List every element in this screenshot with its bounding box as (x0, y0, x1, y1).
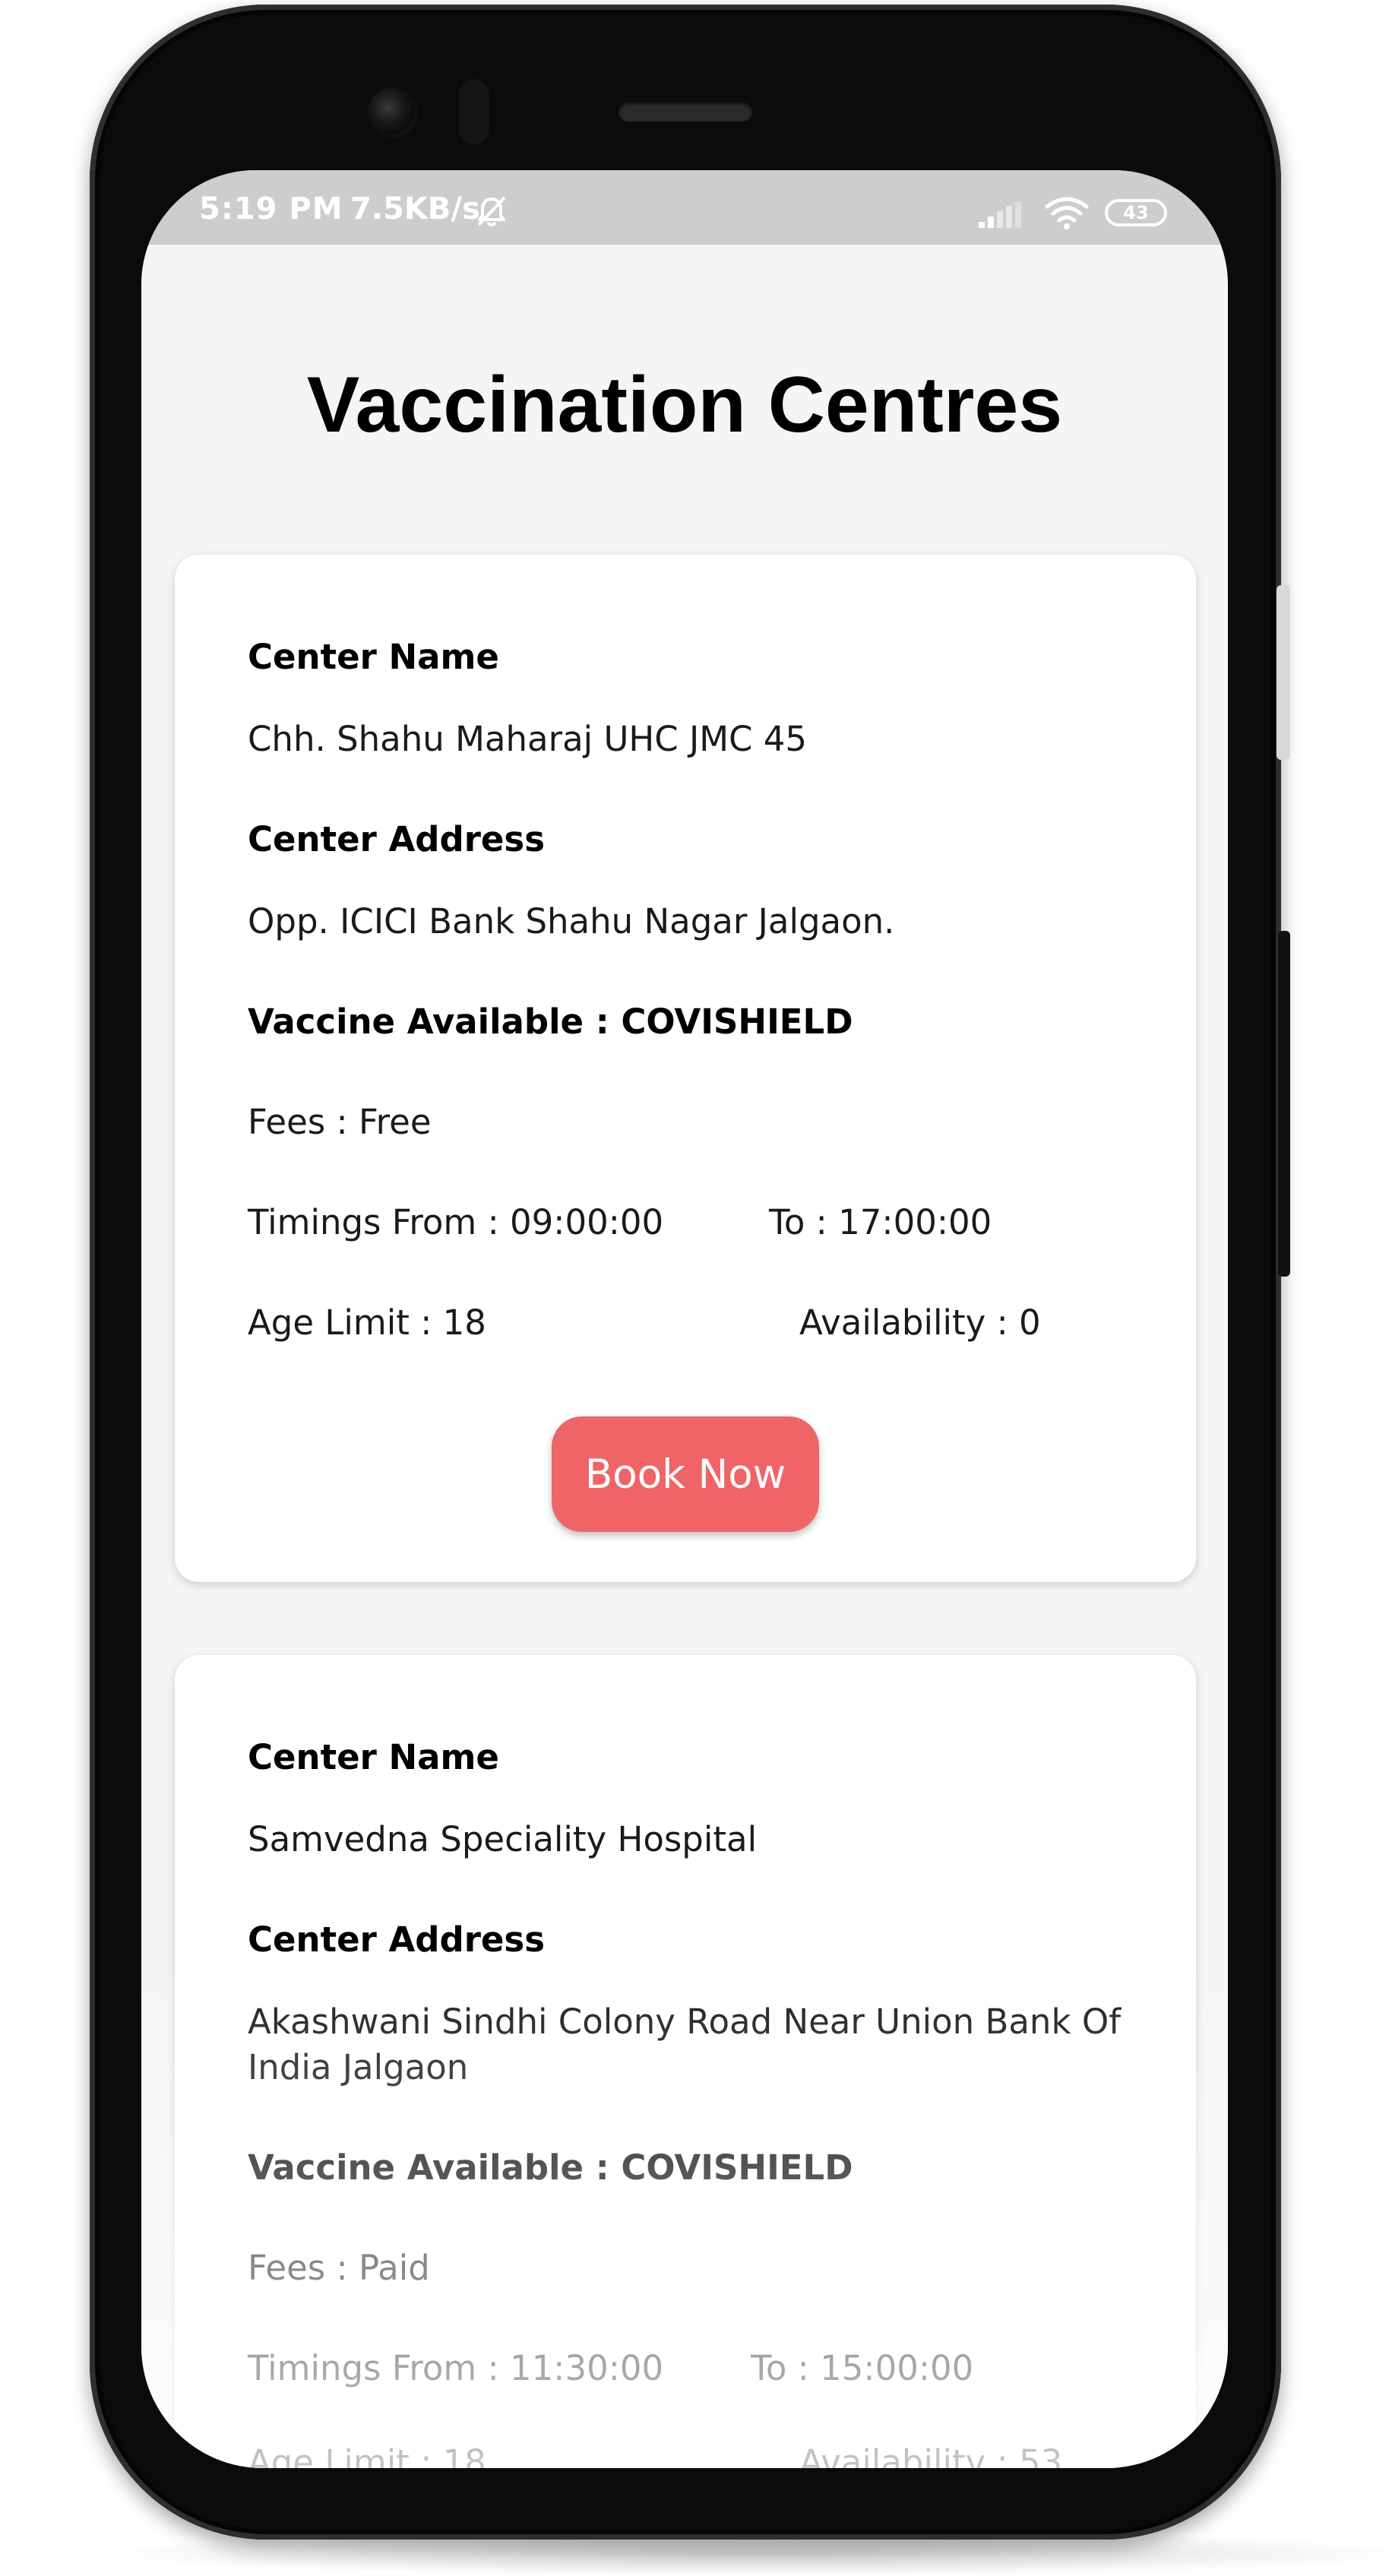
status-time: 5:19 PM (199, 191, 343, 226)
timings-from: Timings From : 09:00:00 (248, 1202, 664, 1242)
timings-from: Timings From : 11:30:00 (248, 2348, 664, 2388)
center-address-label: Center Address (248, 819, 546, 859)
center-address-line-1: Akashwani Sindhi Colony Road Near Union … (248, 2002, 1122, 2042)
age-limit: Age Limit : 18 (248, 2442, 486, 2468)
center-address-label: Center Address (248, 1919, 546, 1960)
centre-card: Center Name Chh. Shahu Maharaj UHC JMC 4… (175, 555, 1196, 1582)
timings-to: To : 15:00:00 (751, 2348, 974, 2388)
front-camera (368, 87, 418, 138)
fees: Fees : Free (248, 1102, 432, 1142)
availability: Availability : 0 (799, 1302, 1041, 1343)
vaccine-available: Vaccine Available : COVISHIELD (248, 2147, 853, 2188)
center-name: Samvedna Speciality Hospital (248, 1819, 758, 1859)
signal-icon (979, 202, 1021, 228)
alarm-off-icon (477, 196, 506, 226)
center-name: Chh. Shahu Maharaj UHC JMC 45 (248, 719, 808, 759)
book-now-button[interactable]: Book Now (552, 1416, 819, 1532)
vaccine-available: Vaccine Available : COVISHIELD (248, 1002, 853, 1042)
power-button (1277, 585, 1290, 760)
status-bar: 5:19 PM 7.5KB/s 43 (141, 170, 1228, 245)
volume-button (1278, 931, 1290, 1277)
center-name-label: Center Name (248, 637, 499, 677)
center-address-line-2: India Jalgaon (248, 2047, 469, 2087)
age-limit: Age Limit : 18 (248, 1302, 486, 1343)
app-screen: 5:19 PM 7.5KB/s 43 Vaccination Centres C… (141, 170, 1228, 2468)
timings-to: To : 17:00:00 (769, 1202, 992, 1242)
fees: Fees : Paid (248, 2248, 430, 2288)
page-title: Vaccination Centres (306, 361, 1063, 449)
center-name-label: Center Name (248, 1737, 499, 1777)
battery-icon: 43 (1105, 199, 1167, 226)
centre-card: Center Name Samvedna Speciality Hospital… (175, 1655, 1196, 2468)
center-address: Opp. ICICI Bank Shahu Nagar Jalgaon. (248, 901, 895, 941)
availability: Availability : 53 (799, 2442, 1063, 2468)
earpiece-speaker (618, 102, 752, 122)
proximity-sensor (459, 79, 489, 144)
wifi-icon (1045, 197, 1089, 229)
network-speed: 7.5KB/s (350, 191, 480, 226)
